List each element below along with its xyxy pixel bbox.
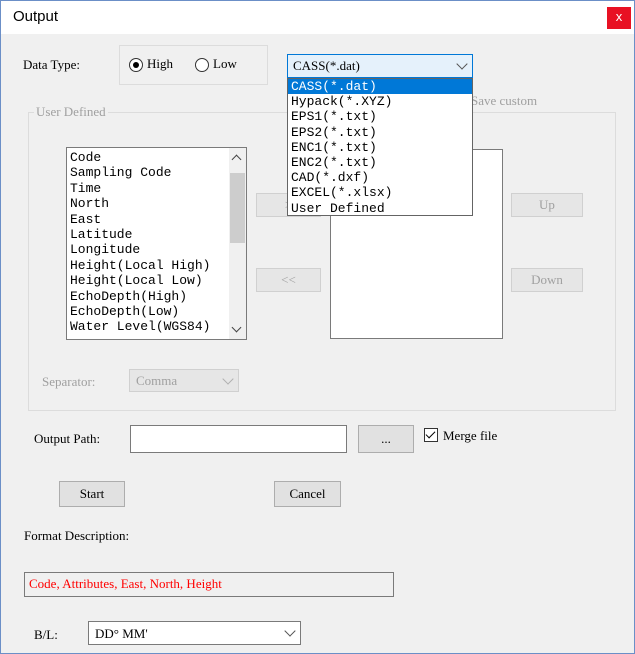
field-list[interactable]: Code Sampling Code Time North East Latit… — [66, 147, 247, 340]
bl-select[interactable]: DD° MM' — [88, 621, 301, 645]
list-item[interactable]: East — [70, 212, 246, 227]
dropdown-option[interactable]: User Defined — [288, 201, 472, 216]
output-path-input[interactable] — [130, 425, 347, 453]
start-button[interactable]: Start — [59, 481, 125, 507]
dropdown-option[interactable]: ENC2(*.txt) — [288, 155, 472, 170]
dropdown-option[interactable]: Hypack(*.XYZ) — [288, 94, 472, 109]
dropdown-option[interactable]: CAD(*.dxf) — [288, 170, 472, 185]
field-list-scrollbar[interactable] — [229, 148, 246, 339]
output-path-label: Output Path: — [34, 431, 101, 446]
dropdown-option[interactable]: EPS1(*.txt) — [288, 109, 472, 124]
checkmark-icon — [425, 428, 436, 439]
list-item[interactable]: Longitude — [70, 242, 246, 257]
close-button[interactable]: x — [607, 7, 631, 29]
list-item[interactable]: North — [70, 196, 246, 211]
dropdown-option[interactable]: EPS2(*.txt) — [288, 125, 472, 140]
radio-high-label: High — [147, 56, 173, 71]
format-dropdown-list[interactable]: CASS(*.dat) Hypack(*.XYZ) EPS1(*.txt) EP… — [287, 78, 473, 216]
save-custom-label: Save custom — [471, 93, 538, 108]
dropdown-option[interactable]: CASS(*.dat) — [288, 79, 472, 95]
radio-high-icon — [129, 58, 143, 73]
list-item[interactable]: Time — [70, 181, 246, 196]
merge-file-label: Merge file — [443, 428, 498, 443]
title-bar — [1, 1, 634, 34]
remove-field-button[interactable]: << — [256, 268, 321, 292]
user-defined-label: User Defined — [34, 104, 108, 120]
separator-select[interactable]: Comma — [129, 369, 239, 392]
dropdown-option[interactable]: ENC1(*.txt) — [288, 140, 472, 155]
chevron-down-icon — [456, 58, 468, 70]
data-type-label: Data Type: — [23, 57, 80, 72]
separator-label: Separator: — [42, 374, 96, 389]
radio-low-icon — [195, 58, 209, 73]
bl-select-value: DD° MM' — [95, 626, 148, 641]
scroll-down-icon[interactable] — [231, 322, 242, 333]
up-button[interactable]: Up — [511, 193, 583, 217]
dropdown-option[interactable]: EXCEL(*.xlsx) — [288, 185, 472, 200]
radio-high[interactable]: High — [129, 56, 173, 73]
list-item[interactable]: EchoDepth(High) — [70, 289, 246, 304]
radio-low[interactable]: Low — [195, 56, 237, 73]
list-item[interactable]: Latitude — [70, 227, 246, 242]
merge-file-checkbox[interactable] — [424, 428, 438, 442]
list-item[interactable]: Height(Local Low) — [70, 273, 246, 288]
list-item[interactable]: Water Level(WGS84) — [70, 319, 246, 334]
format-select[interactable]: CASS(*.dat) — [287, 54, 473, 78]
format-description-box: Code, Attributes, East, North, Height — [24, 572, 394, 597]
radio-low-label: Low — [213, 56, 237, 71]
format-select-value: CASS(*.dat) — [293, 58, 360, 73]
output-dialog: Output x Data Type: High Low CASS(*.dat)… — [0, 0, 635, 654]
chevron-down-icon — [284, 625, 296, 637]
scroll-thumb[interactable] — [230, 173, 245, 243]
format-description-text: Code, Attributes, East, North, Height — [29, 576, 222, 591]
scroll-up-icon[interactable] — [231, 154, 242, 165]
list-item[interactable]: EchoDepth(Low) — [70, 304, 246, 319]
chevron-down-icon — [222, 373, 234, 385]
list-item[interactable]: Sampling Code — [70, 165, 246, 180]
list-item[interactable]: Code — [70, 150, 246, 165]
cancel-button[interactable]: Cancel — [274, 481, 341, 507]
format-description-label: Format Description: — [24, 528, 130, 543]
bl-label: B/L: — [34, 627, 58, 642]
separator-select-value: Comma — [136, 373, 178, 388]
list-item[interactable]: Height(Local High) — [70, 258, 246, 273]
dialog-title: Output — [13, 8, 59, 25]
down-button[interactable]: Down — [511, 268, 583, 292]
browse-button[interactable]: ... — [358, 425, 414, 453]
